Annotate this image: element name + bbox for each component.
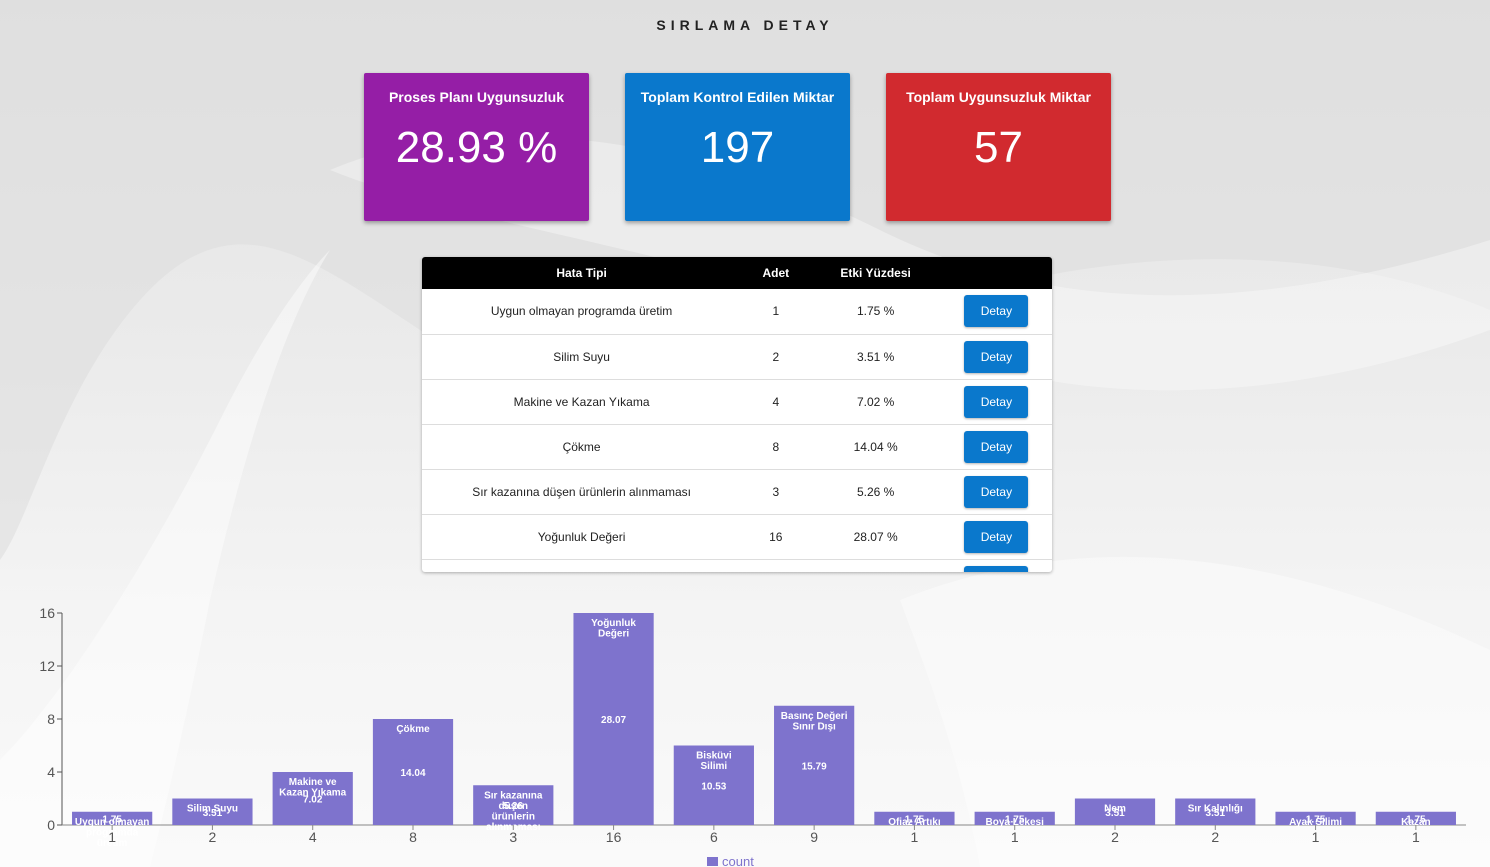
table-row: Yoğunluk Değeri 16 28.07 % Detay — [422, 514, 1052, 559]
bar-percent-label: 1.75 — [1406, 814, 1426, 825]
table-row: Makine ve Kazan Yıkama 4 7.02 % Detay — [422, 379, 1052, 424]
cell-count: 8 — [772, 439, 780, 454]
table-row: Detay — [422, 559, 1052, 572]
bar-percent-label: 1.75 — [1005, 814, 1025, 825]
cell-error-type: Silim Suyu — [553, 349, 610, 364]
defect-table-container[interactable]: Hata Tipi Adet Etki Yüzdesi Uygun olmaya… — [422, 257, 1052, 572]
bar-percent-label: 28.07 — [601, 715, 626, 726]
cell-impact-percent — [810, 559, 940, 572]
cell-action: Detay — [941, 514, 1052, 559]
x-tick-label: 16 — [606, 829, 622, 845]
cell-error-type — [422, 559, 741, 572]
nonconformity-rate-card: Proses Planı Uygunsuzluk 28.93 % — [364, 73, 589, 221]
table-row: Sır kazanına düşen ürünlerin alınmaması 3… — [422, 469, 1052, 514]
bar-percent-label: 7.02 — [303, 795, 323, 806]
card-label: Toplam Kontrol Edilen Miktar — [640, 89, 835, 105]
detail-button[interactable]: Detay — [964, 295, 1029, 328]
y-tick-label: 16 — [39, 605, 55, 621]
x-tick-label: 9 — [810, 829, 818, 845]
table-row: Uygun olmayan programda üretim 1 1.75 % Det… — [422, 289, 1052, 334]
x-tick-label: 2 — [209, 829, 217, 845]
detail-button[interactable]: Detay — [964, 565, 1029, 572]
x-tick-label: 1 — [1011, 829, 1019, 845]
bar-percent-label: 3.51 — [1105, 808, 1125, 819]
cell-action: Detay — [941, 334, 1052, 379]
cell-error-type: Çökme — [562, 439, 601, 454]
x-tick-label: 3 — [509, 829, 517, 845]
card-value: 197 — [700, 123, 775, 172]
x-tick-label: 1 — [911, 829, 919, 845]
cell-count: 3 — [772, 484, 780, 499]
cell-error-type: Makine ve Kazan Yıkama — [513, 394, 650, 409]
x-tick-label: 2 — [1211, 829, 1219, 845]
legend-swatch — [707, 857, 718, 866]
card-label: Toplam Uygunsuzluk Miktar — [906, 89, 1091, 105]
cell-count — [741, 559, 810, 572]
cell-impact-percent: 28.07 % — [853, 529, 898, 544]
x-tick-label: 8 — [409, 829, 417, 845]
x-tick-label: 2 — [1111, 829, 1119, 845]
detail-button[interactable]: Detay — [964, 430, 1029, 463]
bar-percent-label: 15.79 — [802, 761, 827, 772]
x-tick-label: 1 — [1312, 829, 1320, 845]
detail-button[interactable]: Detay — [964, 520, 1029, 553]
cell-count: 4 — [772, 394, 780, 409]
cell-error-type: Sır kazanına düşen ürünlerin alınmaması — [472, 484, 691, 499]
bar-percent-label: 10.53 — [701, 781, 726, 792]
cell-action: Detay — [941, 469, 1052, 514]
bar-percent-label: 14.04 — [400, 768, 425, 779]
y-tick-label: 0 — [47, 817, 55, 833]
bar-percent-label: 1.75 — [905, 814, 925, 825]
header-action — [941, 257, 1052, 289]
detail-button[interactable]: Detay — [964, 475, 1029, 508]
bar-percent-label: 1.75 — [1306, 814, 1326, 825]
cell-action: Detay — [941, 424, 1052, 469]
cell-action: Detay — [941, 379, 1052, 424]
y-tick-label: 4 — [47, 764, 55, 780]
card-label: Proses Planı Uygunsuzluk — [388, 89, 565, 105]
cell-impact-percent: 14.04 % — [853, 439, 898, 454]
cell-error-type: Yoğunluk Değeri — [537, 529, 626, 544]
bar-percent-label: 3.51 — [1206, 808, 1226, 819]
x-tick-label: 1 — [108, 829, 116, 845]
bar-percent-label: 5.26 — [504, 801, 524, 812]
bar-category-label: Bisküvi Silimi — [696, 751, 732, 773]
cell-impact-percent: 7.02 % — [856, 394, 895, 409]
defect-table: Hata Tipi Adet Etki Yüzdesi Uygun olmaya… — [422, 257, 1052, 572]
y-tick-label: 8 — [47, 711, 55, 727]
page-title: SIRLAMA DETAY — [656, 17, 834, 33]
cell-action: Detay — [941, 289, 1052, 334]
cell-impact-percent: 1.75 % — [856, 304, 895, 319]
bar-percent-label: 3.51 — [203, 808, 223, 819]
header-error-type: Hata Tipi — [556, 266, 607, 280]
cell-action: Detay — [941, 559, 1052, 572]
x-tick-label: 1 — [1412, 829, 1420, 845]
table-row: Çökme 8 14.04 % Detay — [422, 424, 1052, 469]
cell-count: 1 — [772, 304, 780, 319]
bar-percent-label: 1.75 — [102, 814, 122, 825]
cell-impact-percent: 3.51 % — [856, 349, 895, 364]
bar-category-label: Çökme — [396, 724, 430, 735]
detail-button[interactable]: Detay — [964, 340, 1029, 373]
defect-bar-chart: 0481216Uygun olmayan programda üretim1.751… — [39, 605, 1466, 867]
header-impact-percent: Etki Yüzdesi — [840, 266, 911, 280]
y-tick-label: 12 — [39, 658, 55, 674]
cell-count: 2 — [772, 349, 780, 364]
table-row: Silim Suyu 2 3.51 % Detay — [422, 334, 1052, 379]
table-header-row: Hata Tipi Adet Etki Yüzdesi — [422, 257, 1052, 289]
x-tick-label: 6 — [710, 829, 718, 845]
x-tick-label: 4 — [309, 829, 317, 845]
card-value: 57 — [974, 123, 1023, 172]
cell-error-type: Uygun olmayan programda üretim — [490, 304, 673, 319]
total-nonconformity-card: Toplam Uygunsuzluk Miktar 57 — [886, 73, 1111, 221]
header-count: Adet — [762, 266, 790, 280]
legend-label: count — [722, 854, 754, 867]
card-value: 28.93 % — [395, 123, 558, 172]
cell-count: 16 — [769, 529, 783, 544]
detail-button[interactable]: Detay — [964, 385, 1029, 418]
cell-impact-percent: 5.26 % — [856, 484, 895, 499]
total-inspected-card: Toplam Kontrol Edilen Miktar 197 — [625, 73, 850, 221]
